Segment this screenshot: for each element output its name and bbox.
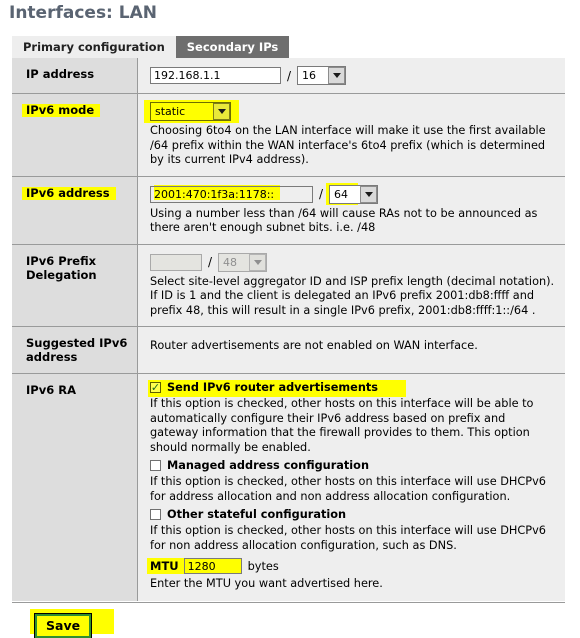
ip-address-prefix-select[interactable]: 16	[297, 66, 347, 85]
label-ipv6-mode-text: IPv6 mode	[26, 103, 95, 117]
save-button[interactable]: Save	[33, 613, 93, 638]
tab-secondary-ips[interactable]: Secondary IPs	[175, 36, 290, 58]
ip-address-prefix-value: 16	[302, 69, 317, 82]
field-ipv6-prefix-delegation: / 48 Select site-level aggregator ID and…	[138, 244, 565, 326]
other-stateful-configuration-label: Other stateful configuration	[167, 508, 347, 521]
other-stateful-configuration-description: If this option is checked, other hosts o…	[150, 524, 546, 552]
checkmark-icon: ✓	[150, 381, 161, 394]
label-ip-address: IP address	[12, 58, 138, 93]
mtu-input[interactable]	[183, 558, 242, 574]
chevron-down-icon	[360, 185, 378, 203]
row-ipv6-mode: IPv6 mode static Choosing 6to4 on the LA…	[12, 94, 565, 177]
ip-address-input[interactable]	[150, 67, 281, 84]
row-suggested-ipv6-address: Suggested IPv6 address Router advertisem…	[12, 327, 565, 374]
label-ipv6-address: IPv6 address	[12, 176, 138, 244]
mtu-units: bytes	[247, 559, 279, 573]
ipv6-mode-value: static	[155, 105, 186, 118]
chevron-down-icon	[328, 67, 346, 84]
ipv6-prefix-delegation-prefix-value: 48	[223, 255, 238, 269]
field-suggested-ipv6-address: Router advertisements are not enabled on…	[138, 327, 565, 373]
mtu-label: MTU	[150, 559, 179, 573]
managed-address-configuration-description: If this option is checked, other hosts o…	[150, 475, 546, 503]
field-ipv6-ra: ✓ Send IPv6 router advertisements If thi…	[138, 374, 565, 601]
row-ipv6-ra: IPv6 RA ✓ Send IPv6 router advertisement…	[12, 374, 565, 601]
send-ipv6-ra-checkbox[interactable]: ✓	[150, 382, 161, 393]
ipv6-address-prefix-value: 64	[334, 187, 349, 201]
field-ipv6-address: / 64 Using a number less than /64 will c…	[138, 176, 565, 244]
other-stateful-configuration-checkbox[interactable]	[150, 509, 161, 520]
field-ip-address: / 16	[138, 58, 565, 93]
ipv6-mode-description: Choosing 6to4 on the LAN interface will …	[150, 124, 546, 166]
chevron-down-icon	[213, 103, 230, 120]
field-ipv6-mode: static Choosing 6to4 on the LAN interfac…	[138, 94, 565, 176]
send-ipv6-ra-label: Send IPv6 router advertisements	[167, 381, 379, 394]
ipv6-prefix-delegation-input[interactable]	[150, 253, 202, 271]
chevron-down-icon	[249, 253, 267, 271]
suggested-ipv6-address-text: Router advertisements are not enabled on…	[150, 339, 478, 352]
mtu-description: Enter the MTU you want advertised here.	[150, 577, 383, 590]
row-ip-address: IP address / 16	[12, 58, 565, 94]
label-ipv6-address-text: IPv6 address	[26, 185, 110, 200]
label-ipv6-prefix-delegation: IPv6 Prefix Delegation	[12, 244, 138, 326]
ipv6-prefix-delegation-description-1: Select site-level aggregator ID and ISP …	[150, 274, 555, 288]
send-ipv6-ra-description: If this option is checked, other hosts o…	[150, 397, 534, 454]
ipv6-address-separator: /	[319, 187, 324, 201]
ipv6-address-prefix-select[interactable]: 64	[329, 184, 379, 204]
interface-settings-panel: IP address / 16 IPv6 mode static	[12, 58, 565, 601]
row-ipv6-prefix-delegation: IPv6 Prefix Delegation / 48 Select site-…	[12, 244, 565, 327]
save-row: Save	[12, 602, 565, 638]
label-ipv6-ra: IPv6 RA	[12, 374, 138, 601]
ipv6-prefix-delegation-prefix-select[interactable]: 48	[218, 252, 268, 272]
row-ipv6-address: IPv6 address / 64 Using a number less th…	[12, 176, 565, 245]
label-suggested-ipv6-address: Suggested IPv6 address	[12, 327, 138, 373]
ipv6-address-input[interactable]	[150, 185, 313, 203]
label-ipv6-mode: IPv6 mode	[12, 94, 138, 176]
page-title: Interfaces: LAN	[9, 3, 157, 23]
ipv6-prefix-delegation-description-2: If ID is 1 and the client is delegated a…	[150, 289, 536, 317]
tab-bar: Primary configuration Secondary IPs	[12, 36, 565, 58]
ipv6-address-description: Using a number less than /64 will cause …	[150, 206, 538, 235]
ipv6-mode-select[interactable]: static	[150, 102, 231, 121]
managed-address-configuration-checkbox[interactable]	[150, 460, 161, 471]
ip-address-separator: /	[287, 68, 292, 83]
managed-address-configuration-label: Managed address configuration	[167, 459, 369, 472]
ipv6-prefix-delegation-separator: /	[208, 255, 213, 269]
tab-primary-configuration[interactable]: Primary configuration	[12, 36, 176, 58]
